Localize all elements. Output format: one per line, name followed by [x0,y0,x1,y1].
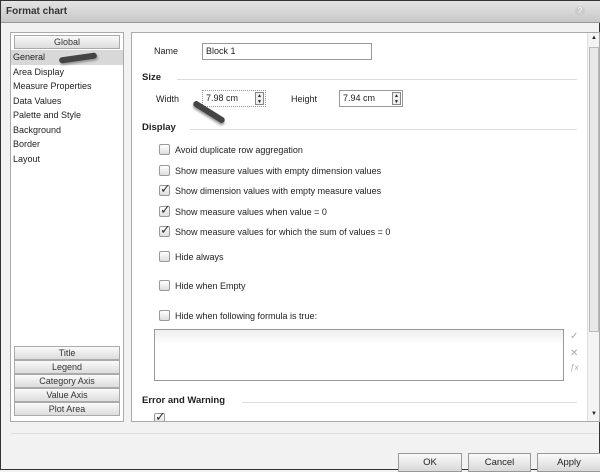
help-icon[interactable]: ? [575,6,585,16]
error-warning-heading: Error and Warning [142,395,226,406]
ok-button[interactable]: OK [398,453,462,472]
name-input[interactable]: Block 1 [202,43,372,60]
divider [242,402,577,403]
vertical-scrollbar[interactable]: ▲ ▼ [587,33,599,421]
option-label: Hide when Empty [175,281,246,291]
clear-x-icon[interactable]: ✕ [570,348,578,359]
section-buttons: Title Legend Category Axis Value Axis Pl… [11,346,120,416]
width-spinner[interactable]: 7.98 cm ▲ ▼ [202,90,266,107]
checkbox-show-measure-zero[interactable] [159,202,171,218]
spinner-arrows-icon[interactable]: ▲ ▼ [255,92,264,105]
display-heading: Display [142,122,176,133]
formula-editor-icon[interactable]: ƒx [570,363,578,372]
checkbox-hide-formula[interactable] [159,310,170,321]
divider [11,433,599,434]
scroll-down-icon[interactable]: ▼ [591,411,597,417]
option-label: Show measure values with empty dimension… [175,166,382,176]
nav-item-palette-and-style[interactable]: Palette and Style [11,108,123,123]
nav-item-background[interactable]: Background [11,123,123,138]
height-label: Height [291,94,318,104]
width-label: Width [156,94,180,104]
height-value: 7.94 cm [343,93,376,103]
value-axis-section-button[interactable]: Value Axis [14,388,120,402]
checkbox-show-measure-empty-dimension[interactable] [159,165,170,176]
checkbox-hide-when-empty[interactable] [159,280,170,291]
scrollbar-thumb[interactable] [589,47,599,332]
option-label: Hide always [175,252,224,262]
divider [177,79,577,80]
checkbox-hide-always[interactable] [159,251,170,262]
checkbox-partially-visible[interactable] [154,409,166,421]
option-label: Show measure values when value = 0 [175,207,327,217]
plot-area-section-button[interactable]: Plot Area [14,402,120,416]
scroll-up-icon[interactable]: ▲ [591,35,597,41]
nav-item-border[interactable]: Border [11,137,123,152]
legend-section-button[interactable]: Legend [14,360,120,374]
apply-button[interactable]: Apply [537,453,600,472]
global-section-button[interactable]: Global [14,35,120,49]
nav-item-layout[interactable]: Layout [11,152,123,167]
category-panel: Global General Area Display Measure Prop… [10,32,124,422]
option-label: Hide when following formula is true: [175,311,318,321]
divider [190,129,577,130]
validate-check-icon[interactable]: ✓ [570,331,578,342]
global-nav: General Area Display Measure Properties … [11,50,123,166]
category-axis-section-button[interactable]: Category Axis [14,374,120,388]
checkbox-avoid-duplicate[interactable] [159,144,170,155]
general-panel: Name Block 1 Size Width 7.98 cm ▲ ▼ Height… [131,32,600,422]
spinner-arrows-icon[interactable]: ▲ ▼ [392,92,401,105]
window-title: Format chart [6,6,68,17]
option-label: Show dimension values with empty measure… [175,186,382,196]
name-label: Name [154,46,179,56]
option-label: Show measure values for which the sum of… [175,227,391,237]
nav-item-data-values[interactable]: Data Values [11,94,123,109]
nav-item-area-display[interactable]: Area Display [11,65,123,80]
title-section-button[interactable]: Title [14,346,120,360]
height-spinner[interactable]: 7.94 cm ▲ ▼ [339,90,403,107]
size-heading: Size [142,72,162,83]
checkbox-show-dimension-empty-measure[interactable] [159,181,171,197]
formula-textarea[interactable] [154,329,564,381]
cancel-button[interactable]: Cancel [468,453,531,472]
width-value: 7.98 cm [206,93,239,103]
checkbox-show-measure-sum-zero[interactable] [159,222,171,238]
nav-item-measure-properties[interactable]: Measure Properties [11,79,123,94]
title-bar: Format chart ? [1,1,600,23]
option-label: Avoid duplicate row aggregation [175,145,303,155]
